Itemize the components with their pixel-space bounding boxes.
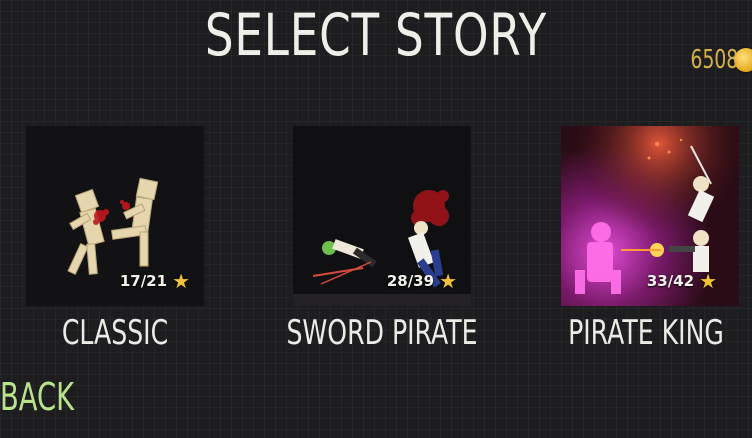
star-icon: ★	[172, 269, 190, 293]
story-card-classic[interactable]: 17/21 ★	[26, 126, 204, 306]
star-icon: ★	[439, 269, 457, 293]
story-label-classic[interactable]: CLASSIC	[19, 310, 211, 356]
story-progress: 28/39 ★	[387, 270, 457, 292]
story-label-pirate-king[interactable]: PIRATE KING	[550, 310, 742, 356]
story-card-sword-pirate[interactable]: 28/39 ★	[293, 126, 471, 306]
story-progress: 17/21 ★	[120, 270, 190, 292]
story-progress-text: 33/42	[646, 272, 695, 290]
back-button[interactable]: BACK	[0, 372, 74, 422]
coin-value: 6508	[690, 45, 738, 75]
story-label-sword-pirate[interactable]: SWORD PIRATE	[286, 310, 478, 356]
story-progress-text: 17/21	[119, 272, 168, 290]
story-progress-text: 28/39	[386, 272, 435, 290]
coin-counter: 6508	[672, 40, 752, 80]
story-card-pirate-king[interactable]: 33/42 ★	[561, 126, 739, 306]
story-progress: 33/42 ★	[647, 270, 717, 292]
screen-title: SELECT STORY	[204, 1, 548, 69]
star-icon: ★	[699, 269, 717, 293]
